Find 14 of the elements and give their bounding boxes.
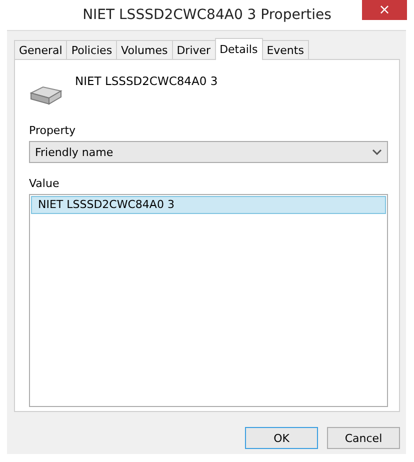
property-label: Property: [29, 124, 77, 138]
ok-button[interactable]: OK: [245, 427, 318, 449]
list-item[interactable]: NIET LSSSD2CWC84A0 3: [31, 196, 386, 214]
cancel-button[interactable]: Cancel: [327, 427, 400, 449]
close-button[interactable]: ×: [362, 0, 407, 20]
chevron-icon: [372, 149, 382, 155]
value-label: Value: [29, 177, 60, 191]
device-name: NIET LSSSD2CWC84A0 3: [75, 74, 218, 88]
window-title: NIET LSSSD2CWC84A0 3 Properties: [82, 7, 332, 23]
tab[interactable]: Details: [214, 38, 263, 60]
drive-icon: [29, 84, 63, 106]
tab[interactable]: Events: [262, 40, 309, 59]
property-dropdown[interactable]: Friendly name: [29, 141, 388, 163]
tab[interactable]: General: [14, 40, 68, 59]
